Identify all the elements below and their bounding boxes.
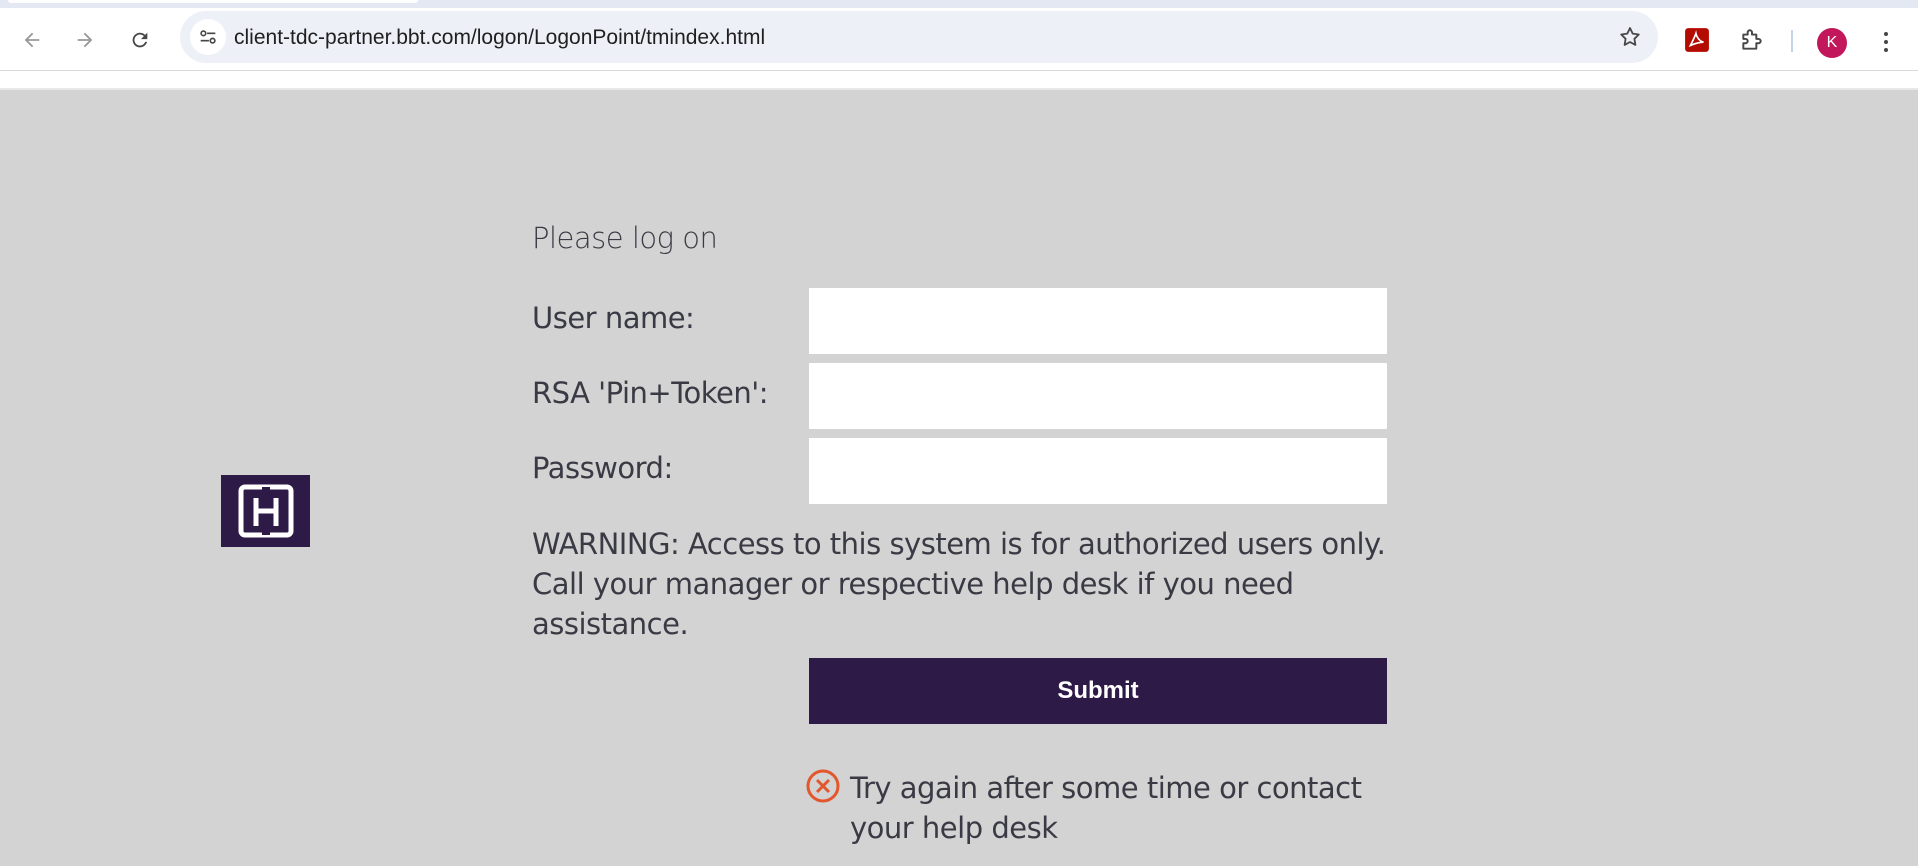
reload-button[interactable]	[122, 22, 158, 58]
arrow-left-icon	[24, 32, 40, 48]
rsa-token-field[interactable]	[809, 363, 1387, 429]
avatar[interactable]: K	[1817, 28, 1847, 58]
star-icon[interactable]	[1616, 23, 1644, 51]
bookmark-bar-strip	[0, 70, 1918, 90]
tune-icon[interactable]	[190, 19, 226, 55]
address-bar[interactable]: client-tdc-partner.bbt.com/logon/LogonPo…	[180, 11, 1658, 63]
password-label: Password:	[532, 451, 673, 485]
url-text[interactable]: client-tdc-partner.bbt.com/logon/LogonPo…	[234, 26, 765, 50]
arrow-right-icon	[77, 32, 93, 48]
password-field[interactable]	[809, 438, 1387, 504]
warning-text: WARNING: Access to this system is for au…	[532, 527, 1386, 641]
acrobat-icon[interactable]	[1681, 24, 1713, 56]
page-title: Please log on	[532, 221, 718, 255]
back-button[interactable]	[14, 22, 50, 58]
error-message: Try again after some time or contact you…	[850, 771, 1362, 845]
more-vert-icon[interactable]	[1872, 26, 1900, 58]
username-field[interactable]	[809, 288, 1387, 354]
tab-strip	[0, 0, 1918, 8]
error-circle-icon	[806, 769, 840, 803]
active-tab[interactable]	[8, 0, 418, 3]
browser-toolbar: client-tdc-partner.bbt.com/logon/LogonPo…	[0, 8, 1918, 70]
toolbar-divider	[1791, 30, 1793, 52]
submit-button[interactable]: Submit	[809, 658, 1387, 724]
forward-button[interactable]	[67, 22, 103, 58]
browser-chrome: client-tdc-partner.bbt.com/logon/LogonPo…	[0, 0, 1918, 90]
reload-icon	[132, 32, 148, 48]
token-label: RSA 'Pin+Token':	[532, 376, 768, 410]
username-label: User name:	[532, 301, 695, 335]
brand-logo-icon	[221, 475, 310, 547]
puzzle-icon[interactable]	[1736, 24, 1768, 56]
